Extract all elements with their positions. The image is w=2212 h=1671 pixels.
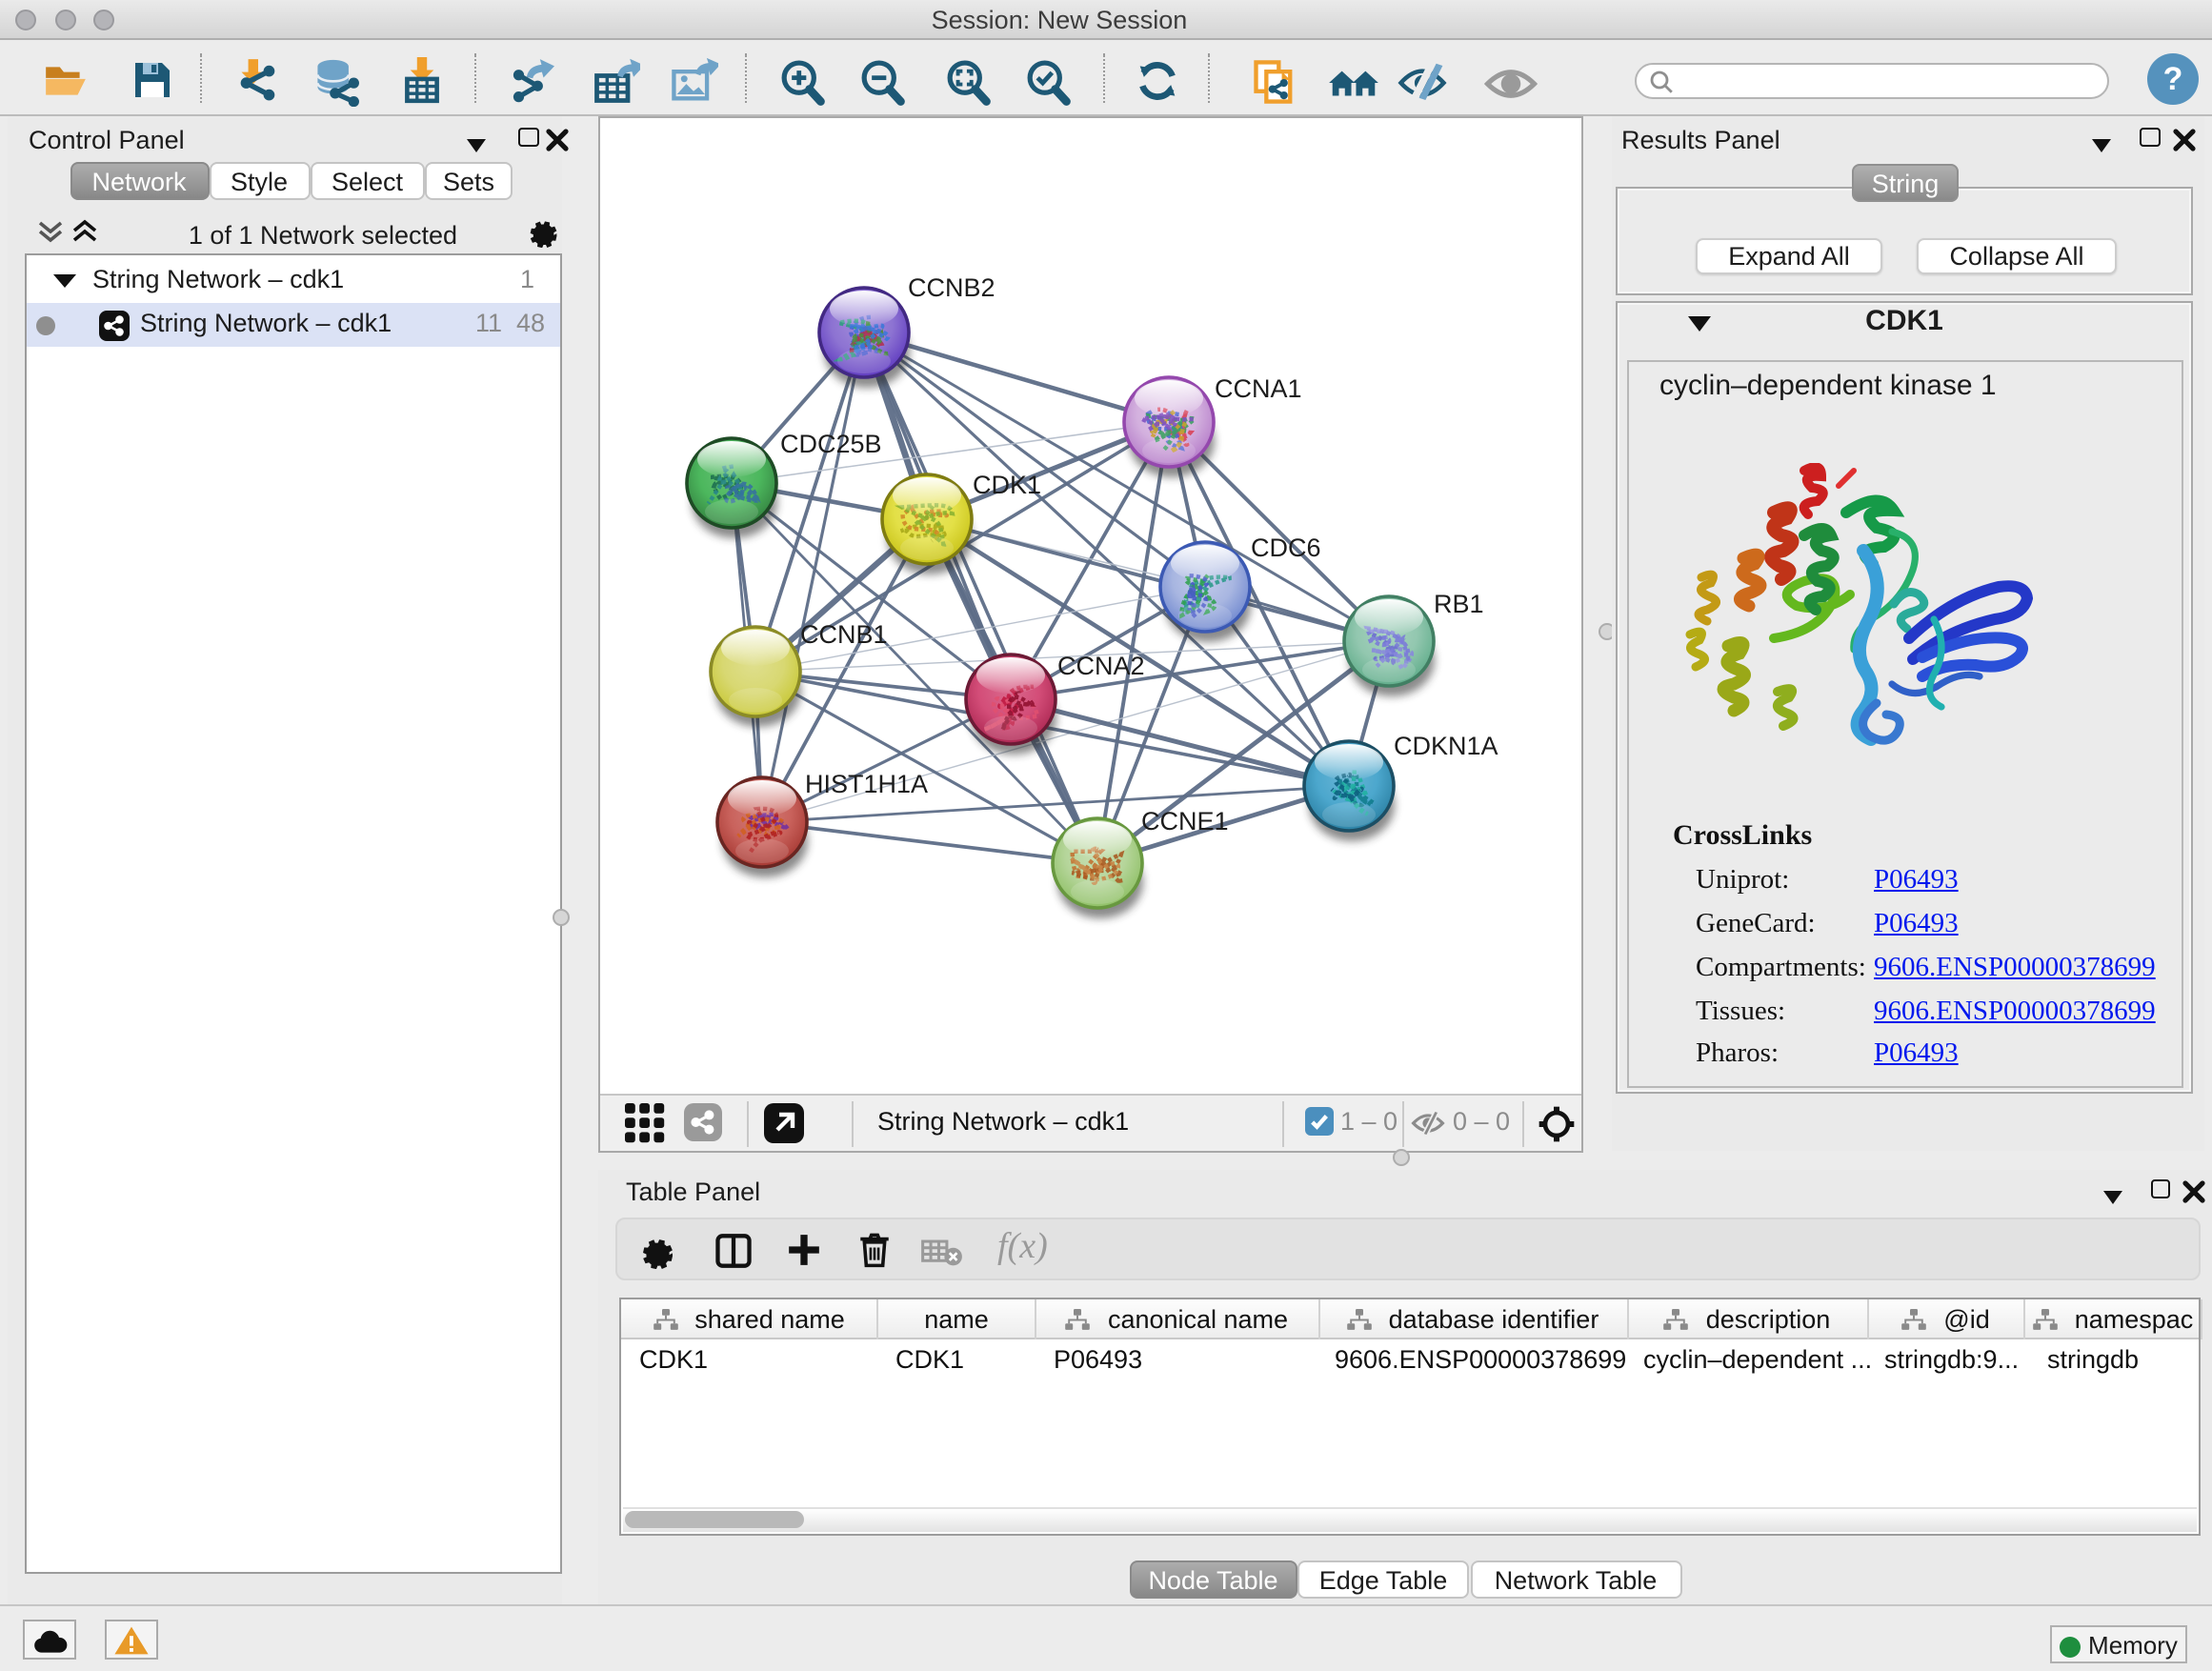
svg-text:CDC6: CDC6 <box>1250 534 1320 562</box>
svg-text:CCNB1: CCNB1 <box>799 620 887 649</box>
svg-text:CCNA1: CCNA1 <box>1214 374 1301 403</box>
svg-text:RB1: RB1 <box>1433 590 1483 618</box>
svg-text:CCNB2: CCNB2 <box>907 273 995 302</box>
svg-text:HIST1H1A: HIST1H1A <box>804 770 927 798</box>
svg-text:CCNA2: CCNA2 <box>1056 652 1144 680</box>
svg-text:CCNE1: CCNE1 <box>1140 807 1228 836</box>
svg-text:CDK1: CDK1 <box>972 471 1040 499</box>
svg-text:CDKN1A: CDKN1A <box>1393 732 1498 760</box>
svg-text:CDC25B: CDC25B <box>779 430 881 458</box>
